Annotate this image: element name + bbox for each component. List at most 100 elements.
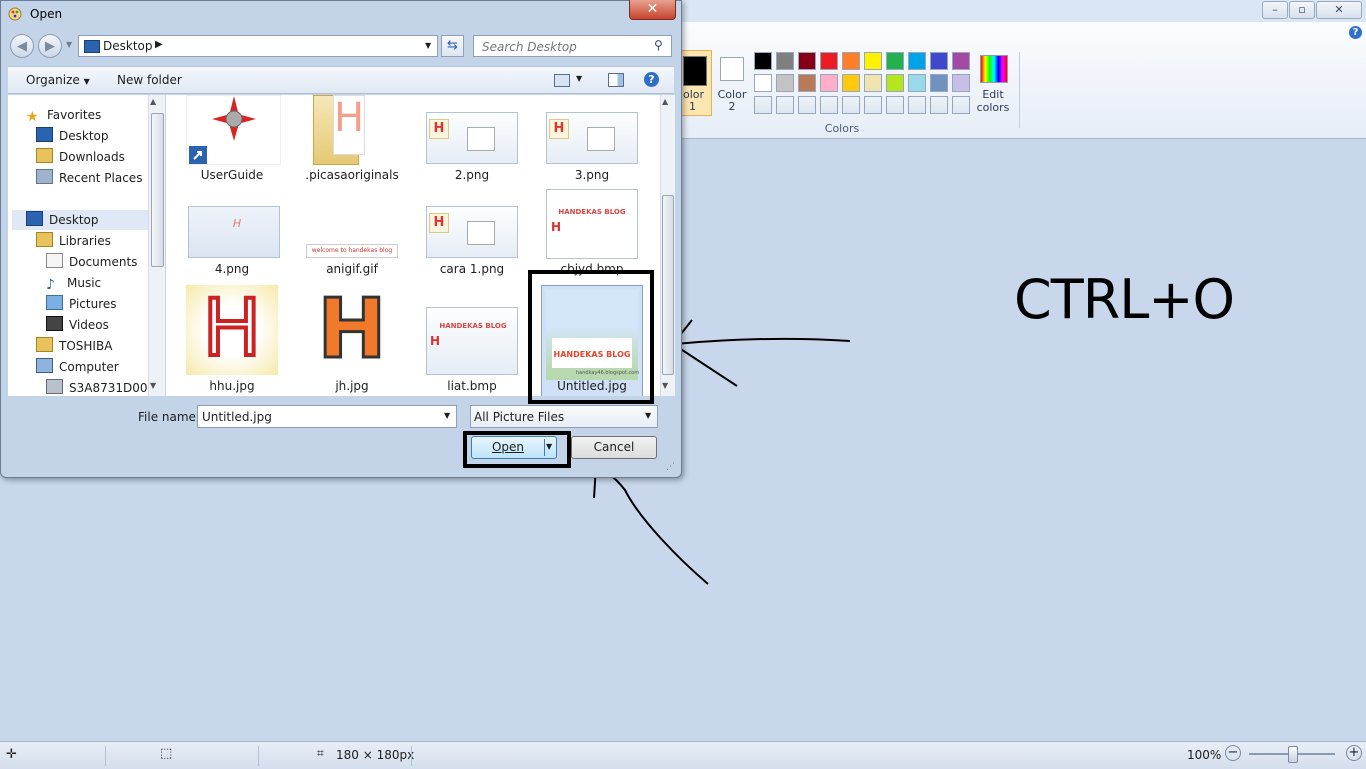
nav-item[interactable]: TOSHIBA <box>36 336 112 356</box>
file-tile[interactable]: HANDEKAS BLOG H liat.bmp <box>416 285 528 395</box>
palette-empty-swatch[interactable] <box>930 96 948 114</box>
nav-item[interactable]: Recent Places <box>36 168 142 188</box>
palette-color-swatch[interactable] <box>930 52 948 70</box>
search-input[interactable] <box>480 37 654 57</box>
palette-empty-swatch[interactable] <box>886 96 904 114</box>
palette-color-swatch[interactable] <box>798 52 816 70</box>
filetype-select[interactable]: All Picture Files ▼ <box>470 405 658 428</box>
search-box[interactable]: ⚲ <box>473 35 672 57</box>
forward-button[interactable]: ▶ <box>38 34 62 58</box>
nav-item[interactable]: Pictures <box>46 294 117 314</box>
palette-color-swatch[interactable] <box>864 74 882 92</box>
nav-item[interactable]: Libraries <box>36 231 111 251</box>
file-tile[interactable]: H 3.png <box>536 95 648 185</box>
nav-item[interactable]: Desktop <box>12 210 164 230</box>
back-button[interactable]: ◀ <box>10 34 34 58</box>
file-tile[interactable]: H 4.png <box>176 189 288 279</box>
organize-button[interactable]: Organize ▼ <box>26 73 90 87</box>
drive-icon <box>46 379 63 394</box>
address-dropdown-icon[interactable]: ▼ <box>425 41 431 50</box>
file-tile[interactable]: Hhhu.jpg <box>176 283 288 395</box>
file-tile[interactable]: H cara 1.png <box>416 189 528 279</box>
nav-item[interactable]: Desktop <box>36 126 109 146</box>
cancel-button[interactable]: Cancel <box>571 436 657 459</box>
dialog-close-button[interactable]: ✕ <box>629 0 676 20</box>
filetype-value[interactable]: All Picture Files <box>474 410 564 424</box>
palette-color-swatch[interactable] <box>842 52 860 70</box>
filename-input[interactable]: Untitled.jpg ▼ <box>197 405 457 428</box>
palette-color-swatch[interactable] <box>754 52 772 70</box>
address-text[interactable]: Desktop <box>103 39 153 53</box>
palette-color-swatch[interactable] <box>820 52 838 70</box>
file-tile[interactable]: welcome to handekas blog anigif.gif <box>296 189 408 279</box>
nav-item[interactable]: Computer <box>36 357 119 377</box>
nav-item-label: Music <box>67 276 102 290</box>
palette-color-swatch[interactable] <box>776 74 794 92</box>
desktop-icon <box>84 40 100 53</box>
h-logo-icon: H <box>429 119 449 139</box>
palette-empty-swatch[interactable] <box>798 96 816 114</box>
view-dropdown-icon[interactable]: ▼ <box>576 74 582 83</box>
filename-value[interactable]: Untitled.jpg <box>202 410 272 424</box>
zoom-slider-thumb[interactable] <box>1288 746 1298 763</box>
address-bar[interactable]: Desktop ▶ ▼ <box>78 35 438 57</box>
palette-color-swatch[interactable] <box>798 74 816 92</box>
search-icon[interactable]: ⚲ <box>654 38 663 52</box>
nav-item[interactable]: Documents <box>46 252 137 272</box>
palette-color-swatch[interactable] <box>820 74 838 92</box>
file-tile[interactable]: H .picasaoriginals <box>296 95 408 185</box>
palette-empty-swatch[interactable] <box>952 96 970 114</box>
documents-icon <box>46 253 63 268</box>
palette-color-swatch[interactable] <box>776 52 794 70</box>
zoom-in-button[interactable]: + <box>1346 745 1362 761</box>
files-scrollbar[interactable]: ▲ ▼ <box>660 95 675 396</box>
resize-grip-icon[interactable]: ⋰ <box>666 462 675 472</box>
recent-locations-chevron-icon[interactable]: ▼ <box>66 40 72 49</box>
palette-color-swatch[interactable] <box>864 52 882 70</box>
filetype-dropdown-icon[interactable]: ▼ <box>645 411 651 420</box>
file-tile[interactable]: UserGuide <box>176 95 288 185</box>
file-tile[interactable]: H 2.png <box>416 95 528 185</box>
change-view-icon[interactable] <box>554 74 570 87</box>
nav-scrollbar[interactable]: ▲ ▼ <box>148 95 165 396</box>
desktop-icon <box>26 211 43 226</box>
scroll-down-icon[interactable]: ▼ <box>662 381 668 390</box>
palette-color-swatch[interactable] <box>754 74 772 92</box>
screenshot-thumbnail: H <box>426 206 518 258</box>
nav-item-label: Favorites <box>47 108 102 122</box>
palette-color-swatch[interactable] <box>842 74 860 92</box>
nav-item[interactable]: Downloads <box>36 147 125 167</box>
nav-scroll-thumb[interactable] <box>151 113 164 267</box>
palette-color-swatch[interactable] <box>908 52 926 70</box>
palette-empty-swatch[interactable] <box>864 96 882 114</box>
palette-empty-swatch[interactable] <box>754 96 772 114</box>
palette-empty-swatch[interactable] <box>776 96 794 114</box>
palette-color-swatch[interactable] <box>886 74 904 92</box>
scroll-up-icon[interactable]: ▲ <box>662 97 668 106</box>
palette-empty-swatch[interactable] <box>842 96 860 114</box>
nav-item[interactable]: S3A8731D006 ( <box>46 378 164 396</box>
scroll-down-icon[interactable]: ▼ <box>150 381 156 390</box>
filename-dropdown-icon[interactable]: ▼ <box>444 411 450 420</box>
breadcrumb-arrow-icon[interactable]: ▶ <box>155 39 163 50</box>
new-folder-button[interactable]: New folder <box>117 73 182 87</box>
nav-item[interactable]: ★ Favorites <box>26 105 101 125</box>
palette-color-swatch[interactable] <box>930 74 948 92</box>
file-tile-label: cara 1.png <box>439 262 505 276</box>
nav-item[interactable]: ♪ Music <box>46 273 101 293</box>
palette-color-swatch[interactable] <box>886 52 904 70</box>
files-scroll-thumb[interactable] <box>662 195 674 375</box>
scroll-up-icon[interactable]: ▲ <box>150 97 156 106</box>
nav-item[interactable]: Videos <box>46 315 109 335</box>
palette-empty-swatch[interactable] <box>820 96 838 114</box>
dialog-help-icon[interactable]: ? <box>644 72 659 87</box>
file-tile[interactable]: Hjh.jpg <box>296 283 408 395</box>
palette-color-swatch[interactable] <box>952 74 970 92</box>
palette-empty-swatch[interactable] <box>908 96 926 114</box>
file-tile[interactable]: HANDEKAS BLOG Hcbjyd.bmp <box>536 189 648 279</box>
preview-pane-icon[interactable] <box>608 73 624 87</box>
refresh-button[interactable]: ⇆ <box>441 35 464 57</box>
palette-color-swatch[interactable] <box>952 52 970 70</box>
zoom-out-button[interactable]: − <box>1225 745 1241 761</box>
palette-color-swatch[interactable] <box>908 74 926 92</box>
